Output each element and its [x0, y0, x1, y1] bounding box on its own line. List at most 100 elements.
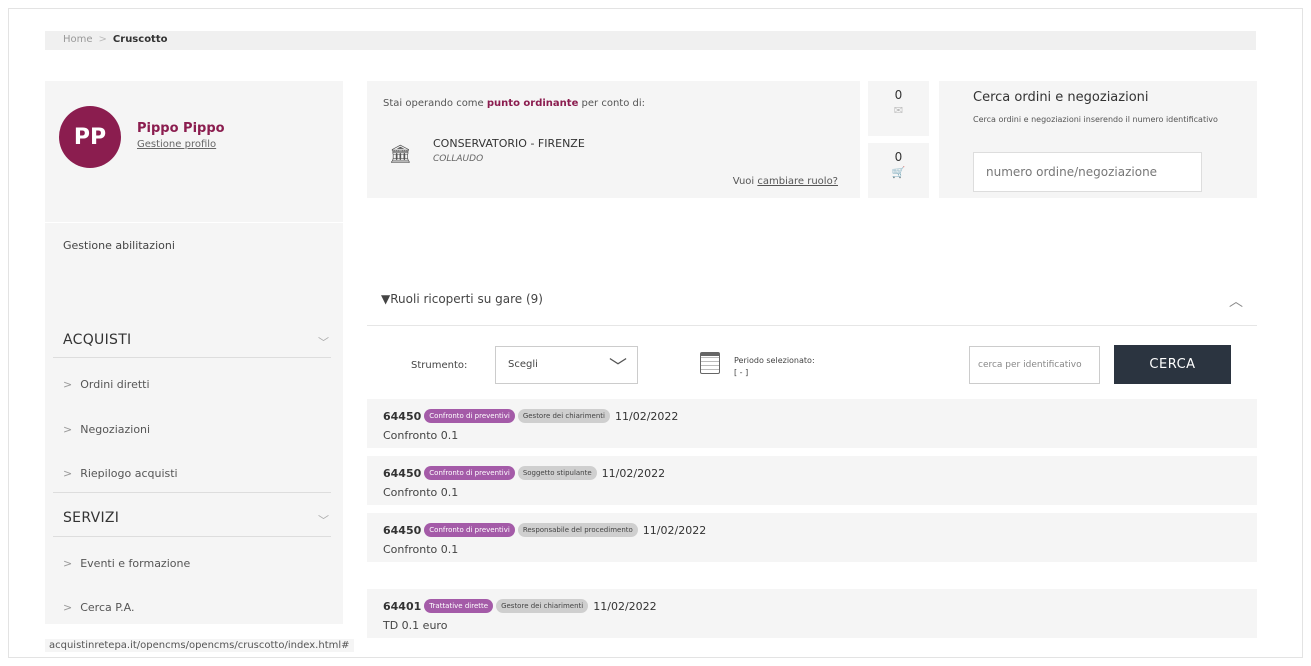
change-role-prefix: Vuoi	[732, 176, 755, 187]
sidebar-item-riepilogo-acquisti[interactable]: > Riepilogo acquisti	[63, 467, 178, 480]
org-environment: COLLAUDO	[433, 154, 484, 164]
breadcrumb-home[interactable]: Home	[63, 34, 93, 45]
breadcrumb: Home > Cruscotto	[45, 31, 1256, 50]
roles-panel-header[interactable]: ▼Ruoli ricoperti su gare (9) ︿	[367, 279, 1257, 326]
role-card: Stai operando come punto ordinante per c…	[367, 81, 860, 198]
sidebar-item-label: Riepilogo acquisti	[80, 467, 178, 480]
result-row[interactable]: 64450 Confronto di preventivi Soggetto s…	[367, 456, 1257, 505]
cart-icon: 🛒	[891, 166, 906, 179]
sidebar-item-cerca-pa[interactable]: > Cerca P.A.	[63, 601, 134, 614]
period-value: [ - ]	[734, 368, 749, 377]
chevron-right-icon: >	[63, 378, 73, 391]
result-date: 11/02/2022	[601, 466, 666, 480]
result-header: 64450 Confronto di preventivi Gestore de…	[383, 409, 1257, 423]
result-row[interactable]: 64450 Confronto di preventivi Gestore de…	[367, 399, 1257, 448]
profile-name: Pippo Pippo	[137, 121, 225, 136]
sidebar-item-negoziazioni[interactable]: > Negoziazioni	[63, 423, 150, 436]
search-title: Cerca ordini e negoziazioni	[973, 90, 1149, 105]
result-date: 11/02/2022	[642, 523, 707, 537]
role-badge: Gestore dei chiarimenti	[496, 599, 589, 613]
breadcrumb-current: Cruscotto	[112, 34, 168, 45]
sidebar-item-label: Negoziazioni	[80, 423, 151, 436]
procedure-type-badge: Trattative dirette	[424, 599, 494, 613]
cart-count: 0	[894, 150, 903, 164]
tool-filter-label: Strumento:	[411, 360, 468, 371]
result-id: 64450	[383, 523, 422, 537]
result-date: 11/02/2022	[615, 409, 679, 423]
search-button[interactable]: CERCA	[1114, 345, 1231, 384]
filter-icon: ▼	[381, 292, 391, 306]
role-badge: Gestore dei chiarimenti	[517, 409, 610, 423]
order-number-input[interactable]	[973, 152, 1202, 192]
procedure-type-badge: Confronto di preventivi	[424, 523, 515, 537]
section-acquisti[interactable]: ACQUISTI	[63, 332, 131, 348]
tool-select[interactable]: Scegli ﹀	[495, 346, 638, 384]
profile-card: PP Pippo Pippo Gestione profilo	[45, 81, 343, 222]
result-id: 64401	[383, 599, 422, 613]
result-title[interactable]: Confronto 0.1	[383, 429, 1257, 442]
breadcrumb-separator: >	[98, 34, 107, 45]
result-header: 64450 Confronto di preventivi Responsabi…	[383, 523, 1257, 537]
result-title[interactable]: Confronto 0.1	[383, 486, 1257, 499]
cart-counter[interactable]: 0 🛒	[868, 143, 929, 198]
institution-icon: 🏛	[389, 144, 412, 165]
search-description: Cerca ordini e negoziazioni inserendo il…	[973, 115, 1218, 124]
result-header: 64401 Trattative dirette Gestore dei chi…	[383, 599, 1257, 613]
sidebar-item-label: Ordini diretti	[80, 378, 150, 391]
chevron-right-icon: >	[63, 423, 73, 436]
chevron-right-icon: >	[63, 557, 73, 570]
result-row[interactable]: 64401 Trattative dirette Gestore dei chi…	[367, 589, 1257, 638]
procedure-type-badge: Confronto di preventivi	[424, 466, 515, 480]
role-badge: Responsabile del procedimento	[517, 523, 638, 537]
role-badge: Soggetto stipulante	[517, 466, 597, 480]
org-name: CONSERVATORIO - FIRENZE	[433, 137, 585, 150]
result-row[interactable]: 64450 Confronto di preventivi Responsabi…	[367, 513, 1257, 562]
sidebar-item-label: Gestione abilitazioni	[63, 239, 175, 252]
result-id: 64450	[383, 409, 422, 423]
result-title[interactable]: Confronto 0.1	[383, 543, 1257, 556]
role-suffix: per conto di:	[581, 98, 646, 109]
result-date: 11/02/2022	[593, 599, 657, 613]
order-search-card: Cerca ordini e negoziazioni Cerca ordini…	[939, 81, 1257, 198]
result-id: 64450	[383, 466, 422, 480]
sidebar-item-abilitazioni[interactable]: Gestione abilitazioni	[45, 223, 343, 315]
divider	[53, 492, 331, 493]
messages-count: 0	[894, 88, 903, 102]
result-title[interactable]: TD 0.1 euro	[383, 619, 1257, 632]
messages-counter[interactable]: 0 ✉	[868, 81, 929, 136]
period-label: Periodo selezionato:	[734, 356, 815, 365]
sidebar-item-label: Cerca P.A.	[80, 601, 135, 614]
chevron-up-icon[interactable]: ︿	[1229, 291, 1243, 311]
chevron-right-icon: >	[63, 467, 73, 480]
chevron-down-icon[interactable]: ﹀	[318, 512, 329, 528]
chevron-down-icon: ﹀	[609, 357, 627, 378]
roles-panel-title: ▼Ruoli ricoperti su gare (9)	[381, 292, 543, 306]
avatar[interactable]: PP	[59, 106, 121, 168]
change-role-link[interactable]: cambiare ruolo?	[757, 176, 838, 187]
divider	[53, 536, 331, 537]
sidebar-menu: ACQUISTI ﹀ > Ordini diretti > Negoziazioni…	[45, 314, 343, 624]
role-prefix: Stai operando come	[383, 98, 484, 109]
roles-panel-label: Ruoli ricoperti su gare (9)	[390, 292, 543, 306]
status-bar-url: acquistinretepa.it/opencms/opencms/crusc…	[45, 639, 354, 652]
filter-bar: Strumento: Scegli ﹀ Periodo selezionato:…	[367, 327, 1257, 397]
identifier-search-input[interactable]	[969, 346, 1100, 384]
page-frame: Home > Cruscotto PP Pippo Pippo Gestione p…	[8, 8, 1303, 658]
role-text: Stai operando come punto ordinante per c…	[383, 98, 645, 109]
period-selector[interactable]: Periodo selezionato: [ - ]	[734, 355, 815, 379]
divider	[53, 357, 331, 358]
tool-select-value: Scegli	[508, 359, 538, 370]
procedure-type-badge: Confronto di preventivi	[424, 409, 515, 423]
change-role: Vuoi cambiare ruolo?	[733, 176, 838, 187]
section-servizi[interactable]: SERVIZI	[63, 510, 119, 526]
chevron-down-icon[interactable]: ﹀	[318, 334, 329, 350]
envelope-icon: ✉	[893, 104, 904, 117]
manage-profile-link[interactable]: Gestione profilo	[137, 139, 216, 150]
sidebar-item-eventi-formazione[interactable]: > Eventi e formazione	[63, 557, 190, 570]
sidebar-item-label: Eventi e formazione	[80, 557, 191, 570]
calendar-icon[interactable]	[700, 352, 720, 374]
role-name: punto ordinante	[486, 98, 579, 109]
sidebar-item-ordini-diretti[interactable]: > Ordini diretti	[63, 378, 150, 391]
chevron-right-icon: >	[63, 601, 73, 614]
result-header: 64450 Confronto di preventivi Soggetto s…	[383, 466, 1257, 480]
